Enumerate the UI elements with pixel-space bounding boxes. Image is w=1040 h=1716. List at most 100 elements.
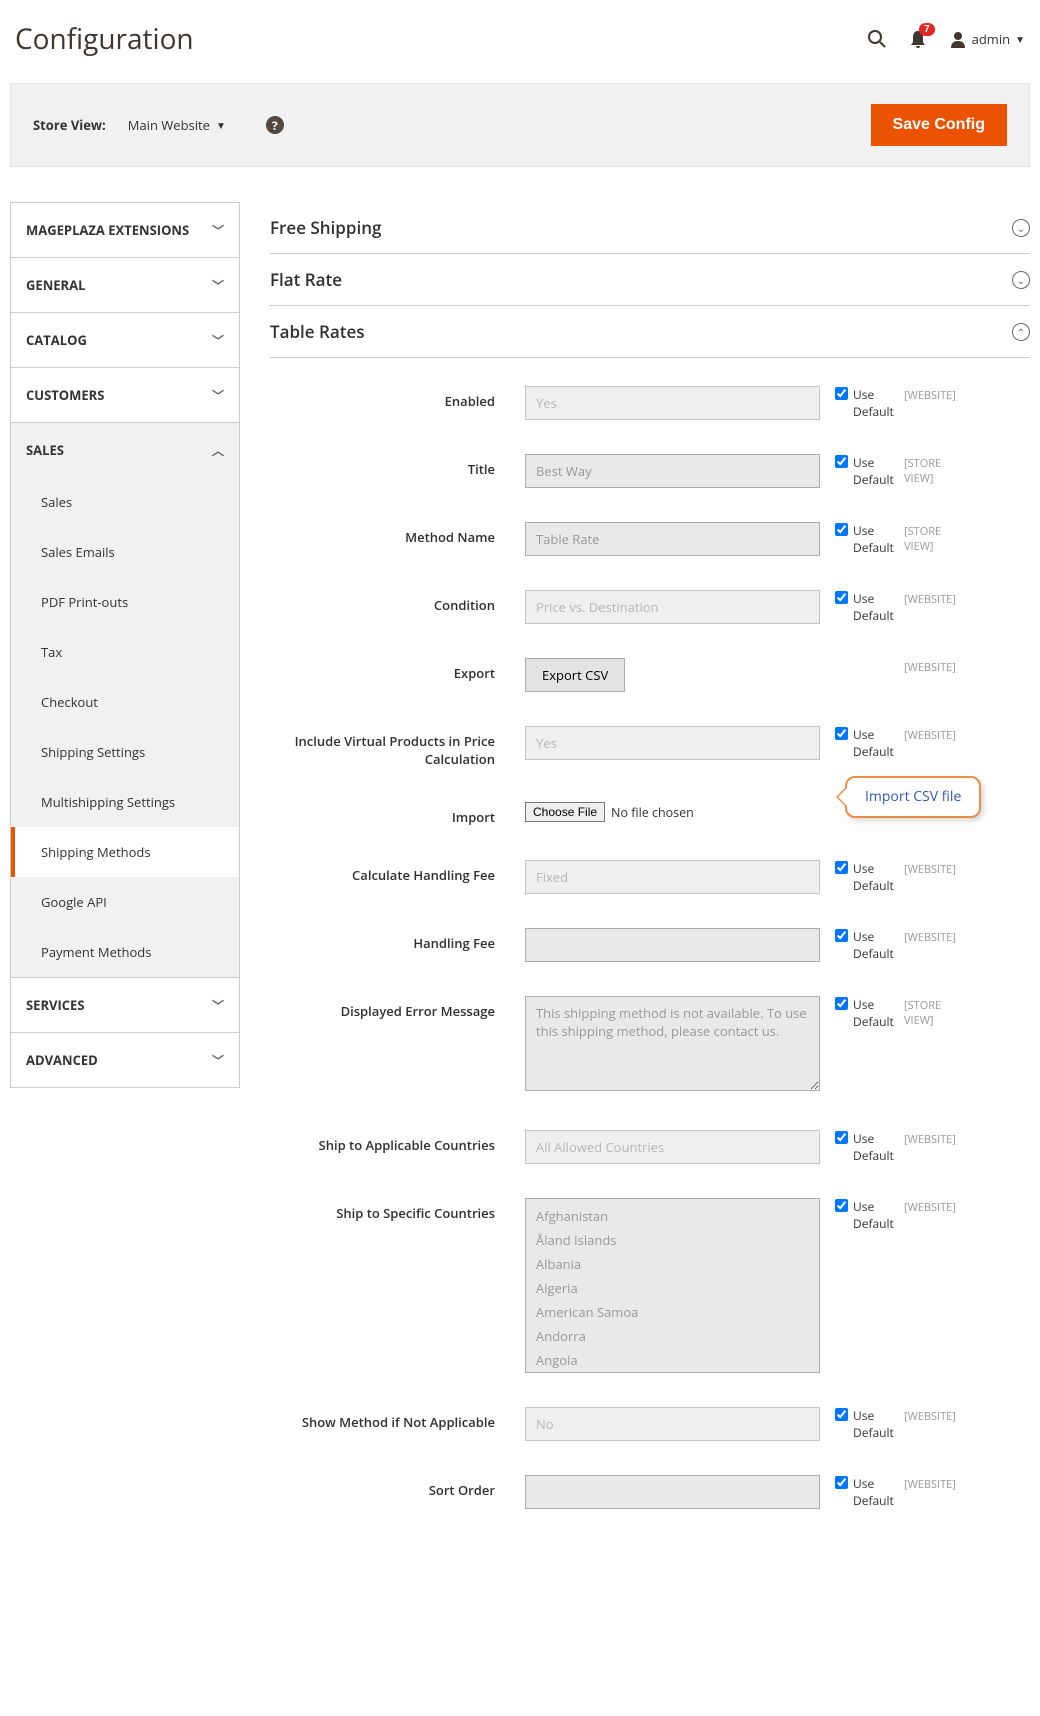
notifications-icon[interactable]: 7 bbox=[909, 29, 927, 49]
show-not-applicable-select[interactable]: No bbox=[525, 1407, 820, 1441]
sort-order-use-default[interactable]: Use Default bbox=[835, 1475, 890, 1509]
expand-icon: ⌄ bbox=[1012, 219, 1030, 237]
country-option[interactable]: Albania bbox=[526, 1252, 819, 1276]
section-flat-rate[interactable]: Flat Rate ⌄ bbox=[270, 254, 1030, 306]
sidebar-item-sales[interactable]: Sales bbox=[11, 477, 239, 527]
ship-applicable-select[interactable]: All Allowed Countries bbox=[525, 1130, 820, 1164]
help-icon[interactable]: ? bbox=[266, 116, 284, 134]
sidebar-section-sales[interactable]: SALES︿ bbox=[11, 423, 239, 477]
label-method-name: Method Name bbox=[270, 522, 525, 546]
scope-label: [WEBSITE] bbox=[890, 386, 970, 403]
save-config-button[interactable]: Save Config bbox=[871, 104, 1007, 146]
enabled-use-default[interactable]: Use Default bbox=[835, 386, 890, 420]
sidebar-section-mageplaza-extensions[interactable]: MAGEPLAZA EXTENSIONS﹀ bbox=[11, 203, 239, 257]
label-export: Export bbox=[270, 658, 525, 682]
chevron-down-icon: ﹀ bbox=[212, 332, 224, 349]
section-table-rates[interactable]: Table Rates ⌃ bbox=[270, 306, 1030, 358]
chevron-down-icon: ﹀ bbox=[212, 222, 224, 239]
scope-label: [WEBSITE] bbox=[890, 658, 970, 675]
sort-order-input[interactable] bbox=[525, 1475, 820, 1509]
scope-label: [WEBSITE] bbox=[890, 860, 970, 877]
label-calc-handling: Calculate Handling Fee bbox=[270, 860, 525, 884]
calc-handling-select[interactable]: Fixed bbox=[525, 860, 820, 894]
collapse-icon: ⌃ bbox=[1012, 323, 1030, 341]
chevron-down-icon: ﹀ bbox=[212, 277, 224, 294]
enabled-select[interactable]: Yes bbox=[525, 386, 820, 420]
country-option[interactable]: Algeria bbox=[526, 1276, 819, 1300]
chevron-down-icon: ▼ bbox=[216, 118, 226, 132]
label-handling-fee: Handling Fee bbox=[270, 928, 525, 952]
chevron-down-icon: ﹀ bbox=[212, 1052, 224, 1069]
sidebar-section-services[interactable]: SERVICES﹀ bbox=[11, 978, 239, 1032]
scope-label: [STORE VIEW] bbox=[890, 522, 970, 554]
label-sort-order: Sort Order bbox=[270, 1475, 525, 1499]
scope-label: [WEBSITE] bbox=[890, 1130, 970, 1147]
country-option[interactable]: Angola bbox=[526, 1348, 819, 1372]
label-include-virtual: Include Virtual Products in Price Calcul… bbox=[270, 726, 525, 768]
scope-label: [WEBSITE] bbox=[890, 590, 970, 607]
title-use-default[interactable]: Use Default bbox=[835, 454, 890, 488]
expand-icon: ⌄ bbox=[1012, 271, 1030, 289]
store-view-select[interactable]: Main Website ▼ bbox=[128, 116, 226, 134]
sidebar-section-general[interactable]: GENERAL﹀ bbox=[11, 258, 239, 312]
sidebar-item-pdf-print-outs[interactable]: PDF Print-outs bbox=[11, 577, 239, 627]
error-msg-textarea[interactable]: This shipping method is not available. T… bbox=[525, 996, 820, 1091]
country-option[interactable]: American Samoa bbox=[526, 1300, 819, 1324]
calc-handling-use-default[interactable]: Use Default bbox=[835, 860, 890, 894]
method-name-use-default[interactable]: Use Default bbox=[835, 522, 890, 556]
include-virtual-select[interactable]: Yes bbox=[525, 726, 820, 760]
handling-fee-use-default[interactable]: Use Default bbox=[835, 928, 890, 962]
label-show-not-applicable: Show Method if Not Applicable bbox=[270, 1407, 525, 1431]
sidebar-item-checkout[interactable]: Checkout bbox=[11, 677, 239, 727]
sidebar-item-shipping-settings[interactable]: Shipping Settings bbox=[11, 727, 239, 777]
include-virtual-use-default[interactable]: Use Default bbox=[835, 726, 890, 760]
scope-label: [WEBSITE] bbox=[890, 1407, 970, 1424]
condition-select[interactable]: Price vs. Destination bbox=[525, 590, 820, 624]
sidebar-item-payment-methods[interactable]: Payment Methods bbox=[11, 927, 239, 977]
scope-label: [STORE VIEW] bbox=[890, 996, 970, 1028]
chevron-down-icon: ﹀ bbox=[212, 997, 224, 1014]
chevron-up-icon: ︿ bbox=[212, 442, 224, 459]
country-option[interactable]: Andorra bbox=[526, 1324, 819, 1348]
ship-specific-multiselect[interactable]: AfghanistanÅland IslandsAlbaniaAlgeriaAm… bbox=[525, 1198, 820, 1373]
scope-label: [STORE VIEW] bbox=[890, 454, 970, 486]
user-name: admin bbox=[972, 30, 1010, 48]
export-csv-button[interactable]: Export CSV bbox=[525, 658, 625, 692]
file-chosen-text: No file chosen bbox=[611, 804, 694, 821]
chevron-down-icon: ﹀ bbox=[212, 387, 224, 404]
sidebar-item-google-api[interactable]: Google API bbox=[11, 877, 239, 927]
sidebar-item-shipping-methods[interactable]: Shipping Methods bbox=[11, 827, 239, 877]
sidebar-section-customers[interactable]: CUSTOMERS﹀ bbox=[11, 368, 239, 422]
sidebar-section-catalog[interactable]: CATALOG﹀ bbox=[11, 313, 239, 367]
sidebar-item-tax[interactable]: Tax bbox=[11, 627, 239, 677]
choose-file-button[interactable]: Choose File bbox=[525, 802, 605, 822]
show-not-applicable-use-default[interactable]: Use Default bbox=[835, 1407, 890, 1441]
sidebar-section-advanced[interactable]: ADVANCED﹀ bbox=[11, 1033, 239, 1087]
chevron-down-icon: ▼ bbox=[1015, 32, 1025, 46]
title-input[interactable] bbox=[525, 454, 820, 488]
condition-use-default[interactable]: Use Default bbox=[835, 590, 890, 624]
store-view-label: Store View: bbox=[33, 116, 106, 134]
sidebar-item-sales-emails[interactable]: Sales Emails bbox=[11, 527, 239, 577]
scope-label: [WEBSITE] bbox=[890, 1198, 970, 1215]
country-option[interactable]: Åland Islands bbox=[526, 1228, 819, 1252]
country-option[interactable]: Afghanistan bbox=[526, 1204, 819, 1228]
ship-specific-use-default[interactable]: Use Default bbox=[835, 1198, 890, 1232]
label-ship-specific: Ship to Specific Countries bbox=[270, 1198, 525, 1222]
user-menu[interactable]: admin ▼ bbox=[949, 30, 1025, 48]
handling-fee-input[interactable] bbox=[525, 928, 820, 962]
page-title: Configuration bbox=[15, 20, 194, 58]
method-name-input[interactable] bbox=[525, 522, 820, 556]
label-import: Import bbox=[270, 802, 525, 826]
section-free-shipping[interactable]: Free Shipping ⌄ bbox=[270, 202, 1030, 254]
error-msg-use-default[interactable]: Use Default bbox=[835, 996, 890, 1030]
scope-label: [WEBSITE] bbox=[890, 928, 970, 945]
country-option[interactable]: Anguilla bbox=[526, 1372, 819, 1373]
label-enabled: Enabled bbox=[270, 386, 525, 410]
notification-badge: 7 bbox=[919, 23, 935, 36]
sidebar-item-multishipping-settings[interactable]: Multishipping Settings bbox=[11, 777, 239, 827]
label-title: Title bbox=[270, 454, 525, 478]
ship-applicable-use-default[interactable]: Use Default bbox=[835, 1130, 890, 1164]
search-icon[interactable] bbox=[867, 29, 887, 49]
scope-label: [WEBSITE] bbox=[890, 726, 970, 743]
